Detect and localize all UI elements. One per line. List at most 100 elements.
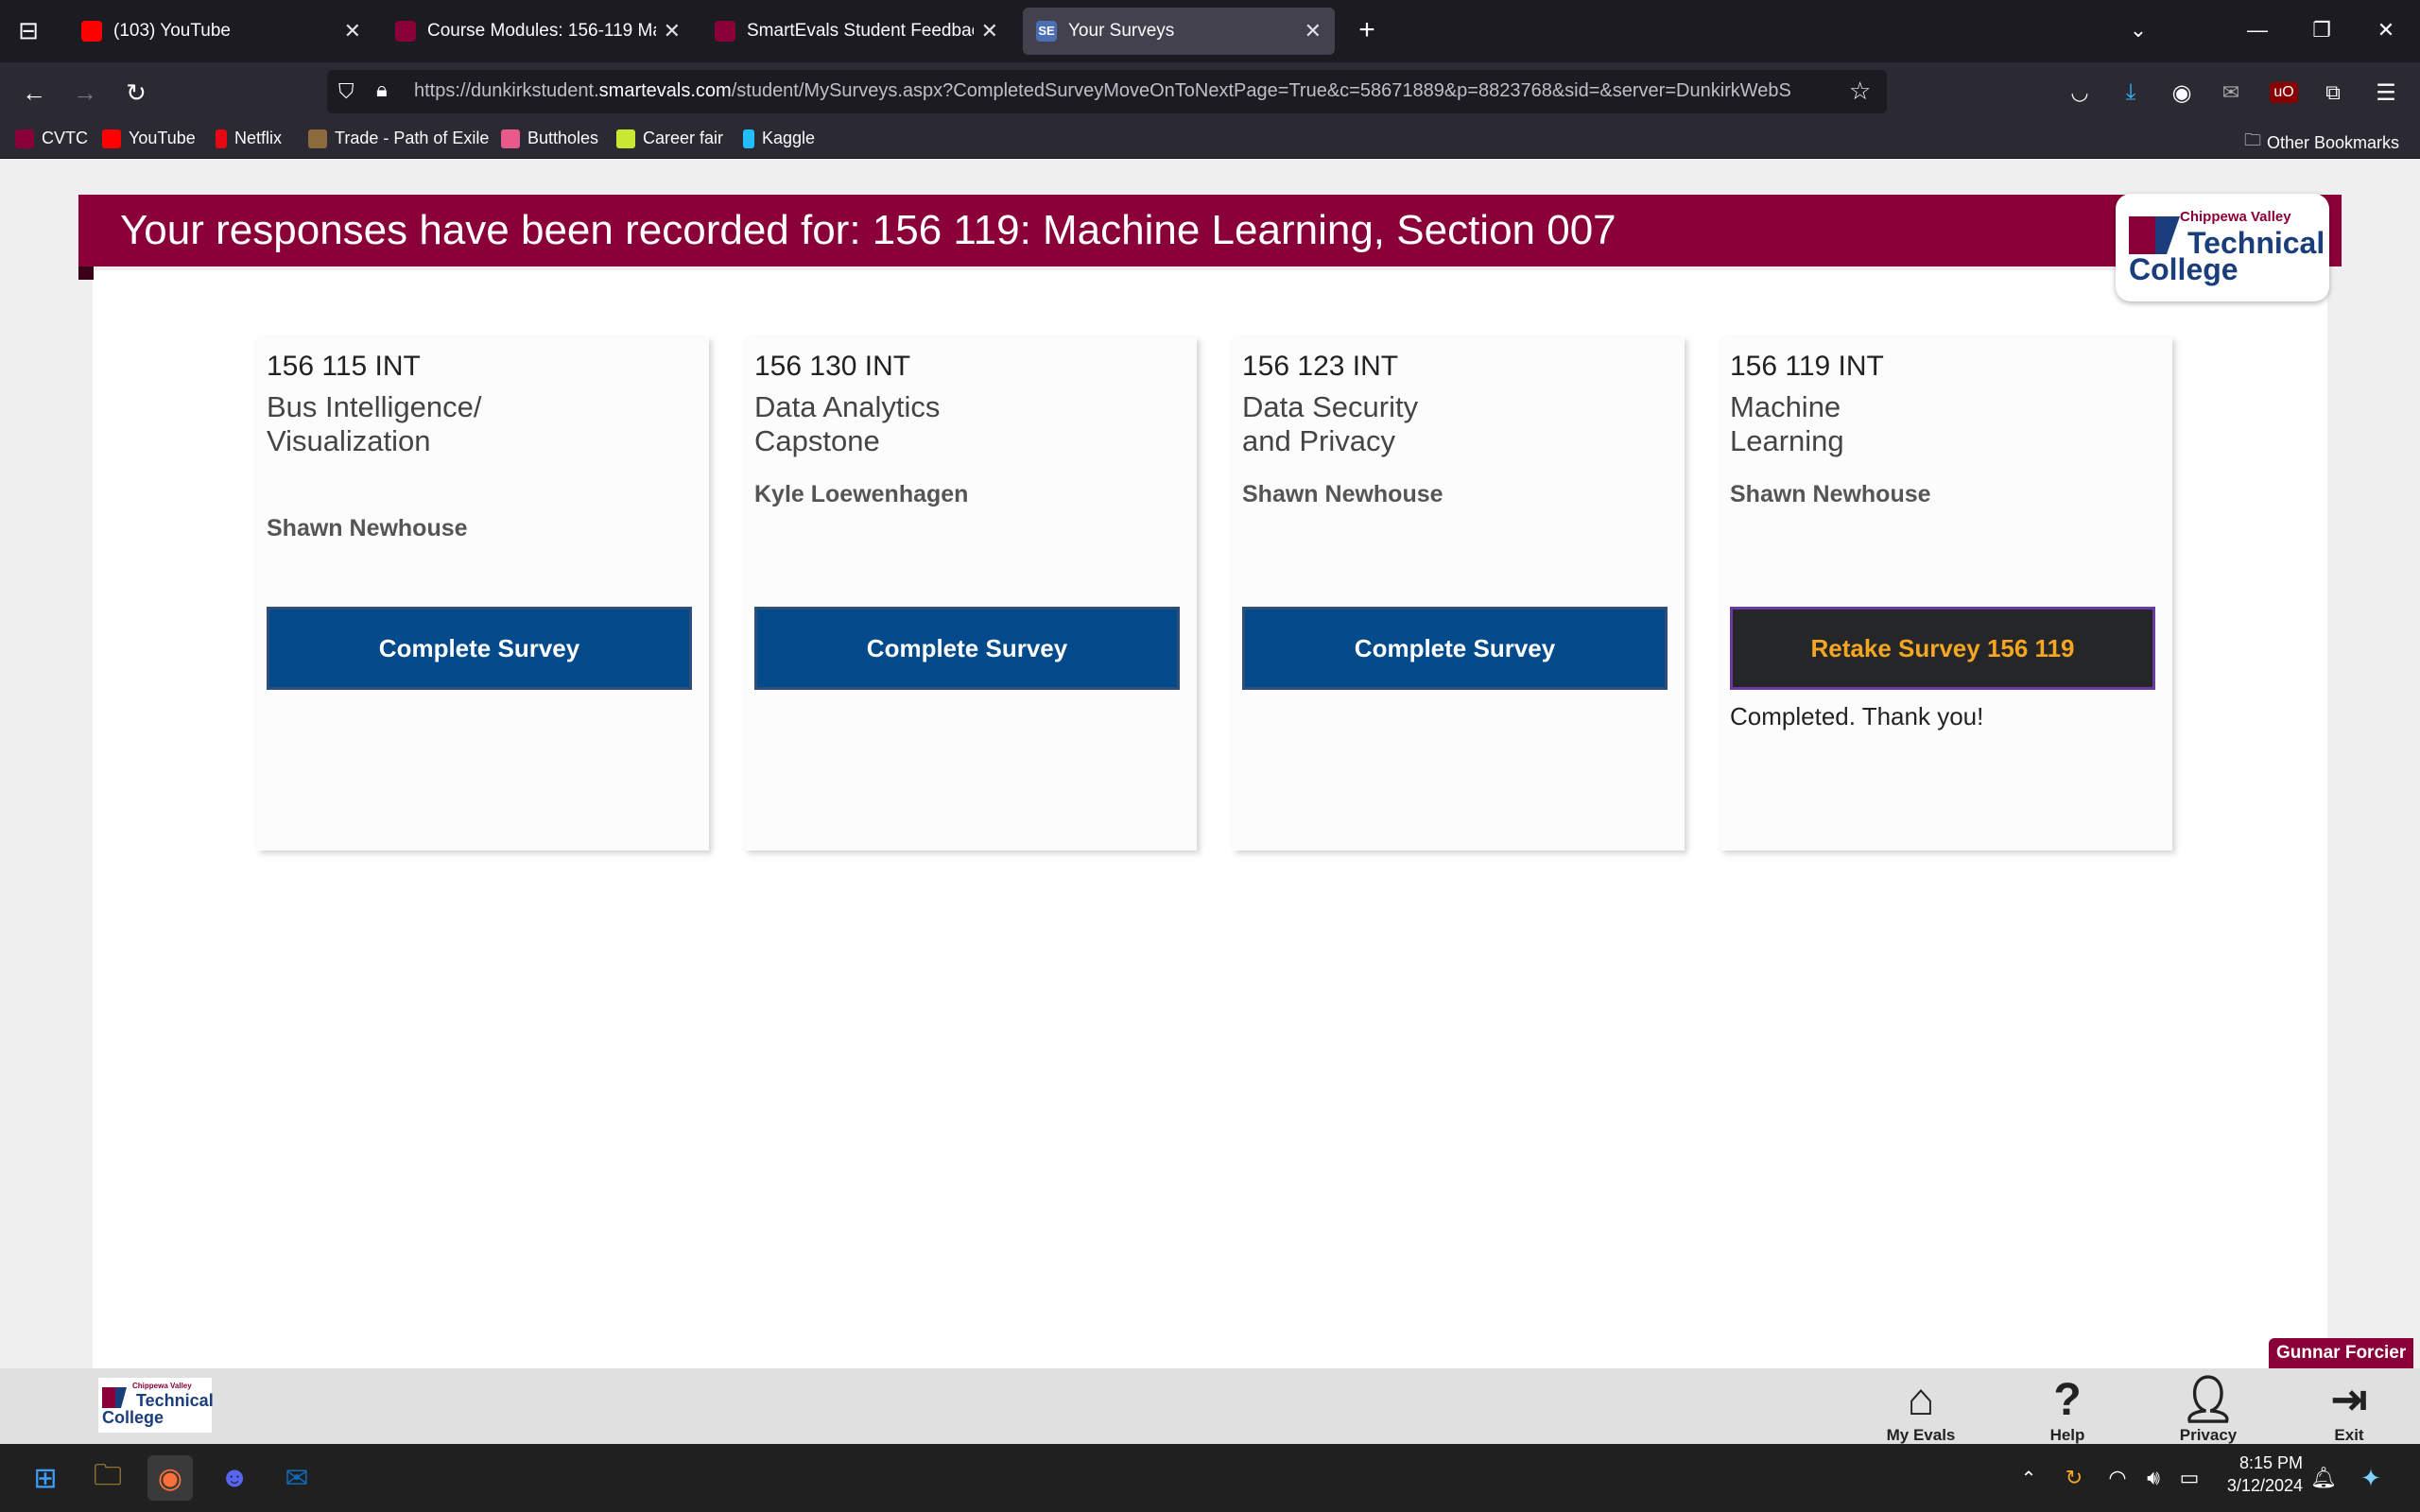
exit-label: Exit: [2334, 1426, 2364, 1444]
smartevals-icon: SE: [1036, 21, 1057, 42]
course-name: Machine Learning: [1730, 390, 1844, 457]
survey-card: 156 130 INT Data Analytics Capstone Kyle…: [745, 337, 1197, 850]
tray-chevron-icon[interactable]: ⌃: [2006, 1455, 2051, 1501]
bookmark-label: Netflix: [234, 129, 283, 147]
bookmark-kaggle[interactable]: Kaggle: [743, 129, 815, 148]
other-bookmarks[interactable]: 🗀 Other Bookmarks: [2244, 129, 2399, 157]
pocket-icon[interactable]: ◡: [2061, 74, 2099, 112]
back-icon[interactable]: ←: [15, 74, 53, 112]
complete-survey-button[interactable]: Complete Survey: [1242, 607, 1668, 690]
course-code: 156 123 INT: [1242, 351, 1399, 382]
lock-icon[interactable]: 🔒︎: [376, 77, 388, 102]
bookmarks-bar: CVTC YouTube Netflix Trade - Path of Exi…: [0, 121, 2420, 159]
privacy-button[interactable]: 👤︎ Privacy: [2169, 1375, 2248, 1445]
survey-card: 156 123 INT Data Security and Privacy Sh…: [1233, 337, 1685, 850]
download-icon[interactable]: ⤓: [2112, 74, 2150, 112]
windows-start-icon[interactable]: ⊞: [23, 1455, 68, 1501]
youtube-icon: [81, 21, 102, 42]
restore-icon[interactable]: ❐: [2303, 11, 2341, 49]
shield-icon[interactable]: ⛉: [338, 79, 354, 104]
bookmark-path-of-exile[interactable]: Trade - Path of Exile: [308, 129, 489, 148]
clock-time: 8:15 PM: [2238, 1453, 2303, 1472]
logo-small-text: Chippewa Valley: [132, 1382, 192, 1390]
forward-icon[interactable]: →: [66, 74, 104, 112]
url-path: /student/MySurveys.aspx?CompletedSurveyM…: [731, 80, 1791, 101]
complete-survey-button[interactable]: Complete Survey: [267, 607, 692, 690]
poe-icon: [308, 129, 327, 148]
close-icon[interactable]: ✕: [664, 19, 681, 43]
window-close-icon[interactable]: ✕: [2367, 11, 2405, 49]
file-explorer-icon[interactable]: 🗀: [85, 1455, 130, 1501]
bookmark-label: Kaggle: [762, 129, 816, 147]
system-clock[interactable]: 8:15 PM 3/12/2024: [2212, 1452, 2303, 1497]
cvtc-logo-mark: [2129, 216, 2180, 254]
notification-bell-icon[interactable]: 🔔︎: [2301, 1455, 2346, 1501]
tab-title: Course Modules: 156-119 Mach: [427, 21, 656, 41]
battery-icon[interactable]: ▭: [2167, 1455, 2212, 1501]
star-icon[interactable]: ☆: [1849, 77, 1871, 106]
bookmark-label: Trade - Path of Exile: [335, 129, 490, 147]
chevron-down-icon[interactable]: ⌄: [2119, 11, 2157, 49]
sync-icon[interactable]: ↻: [2051, 1455, 2097, 1501]
help-label: Help: [2049, 1426, 2085, 1444]
url-domain: smartevals.com: [598, 80, 732, 101]
extensions-icon[interactable]: ⧉: [2314, 74, 2352, 112]
exit-icon: ⇥: [2329, 1375, 2369, 1425]
survey-card: 156 115 INT Bus Intelligence/ Visualizat…: [257, 337, 709, 850]
user-name-badge: Gunnar Forcier: [2269, 1338, 2414, 1368]
tab-list-icon[interactable]: ⊟: [9, 11, 47, 49]
college-logo: Chippewa Valley Technical College: [2116, 194, 2329, 301]
instructor-name: Shawn Newhouse: [1242, 481, 1443, 507]
copilot-icon[interactable]: ✦: [2348, 1455, 2394, 1501]
instructor-name: Shawn Newhouse: [1730, 481, 1931, 507]
close-icon[interactable]: ✕: [344, 19, 361, 43]
complete-survey-button[interactable]: Complete Survey: [754, 607, 1180, 690]
logo-small-text: Chippewa Valley: [2180, 209, 2291, 225]
url-bar[interactable]: ⛉ 🔒︎ https://dunkirkstudent.smartevals.c…: [327, 70, 1887, 113]
bookmark-career-fair[interactable]: Career fair: [616, 129, 723, 148]
cvtc-icon: [395, 21, 416, 42]
help-button[interactable]: ? Help: [2029, 1375, 2106, 1445]
exit-button[interactable]: ⇥ Exit: [2316, 1375, 2382, 1445]
footer-logo: Chippewa Valley Technical College: [98, 1378, 214, 1433]
bookmark-netflix[interactable]: Netflix: [216, 129, 282, 148]
completed-status: Completed. Thank you!: [1730, 702, 1984, 730]
account-icon[interactable]: ◉: [2163, 74, 2201, 112]
banner-fold: [78, 266, 94, 280]
menu-icon[interactable]: ☰: [2367, 74, 2405, 112]
new-tab-icon[interactable]: +: [1348, 11, 1386, 49]
bookmark-cvtc[interactable]: CVTC: [15, 129, 88, 148]
browser-tab-bar: ⊟ (103) YouTube ✕ Course Modules: 156-11…: [0, 0, 2420, 62]
outlook-icon[interactable]: ✉: [274, 1455, 320, 1501]
firefox-icon[interactable]: ◉: [147, 1455, 193, 1501]
course-name: Data Security and Privacy: [1242, 390, 1419, 457]
bookmark-youtube[interactable]: YouTube: [102, 129, 196, 148]
logo-line2: College: [102, 1408, 164, 1427]
my-evals-label: My Evals: [1886, 1426, 1956, 1444]
url-text[interactable]: https://dunkirkstudent.smartevals.com/st…: [414, 80, 1813, 102]
course-code: 156 130 INT: [754, 351, 911, 382]
cvtc-icon: [15, 129, 34, 148]
tab-your-surveys[interactable]: SE Your Surveys ✕: [1023, 8, 1335, 55]
tab-youtube[interactable]: (103) YouTube ✕: [68, 8, 374, 55]
course-code: 156 115 INT: [267, 351, 421, 382]
other-bookmarks-label: Other Bookmarks: [2267, 132, 2400, 152]
help-icon: ?: [2053, 1375, 2082, 1425]
bookmark-buttholes[interactable]: Buttholes: [501, 129, 598, 148]
survey-card: 156 119 INT Machine Learning Shawn Newho…: [1720, 337, 2172, 850]
tab-smartevals-feedback[interactable]: SmartEvals Student Feedback ✕: [701, 8, 1011, 55]
close-icon[interactable]: ✕: [1305, 19, 1322, 43]
close-icon[interactable]: ✕: [981, 19, 998, 43]
privacy-icon: 👤︎: [2179, 1375, 2238, 1425]
page-title: Your responses have been recorded for: 1…: [78, 195, 2342, 266]
clock-date: 3/12/2024: [2226, 1476, 2303, 1495]
retake-survey-button[interactable]: Retake Survey 156 119: [1730, 607, 2155, 690]
mail-icon[interactable]: ✉: [2212, 74, 2250, 112]
my-evals-button[interactable]: ⌂ My Evals: [1881, 1375, 1961, 1445]
ublock-icon[interactable]: uO: [2265, 74, 2303, 112]
tab-course-modules[interactable]: Course Modules: 156-119 Mach ✕: [382, 8, 694, 55]
minimize-icon[interactable]: —: [2238, 11, 2276, 49]
reload-icon[interactable]: ↻: [117, 74, 155, 112]
discord-icon[interactable]: ☻: [212, 1455, 257, 1501]
course-name: Data Analytics Capstone: [754, 390, 941, 457]
